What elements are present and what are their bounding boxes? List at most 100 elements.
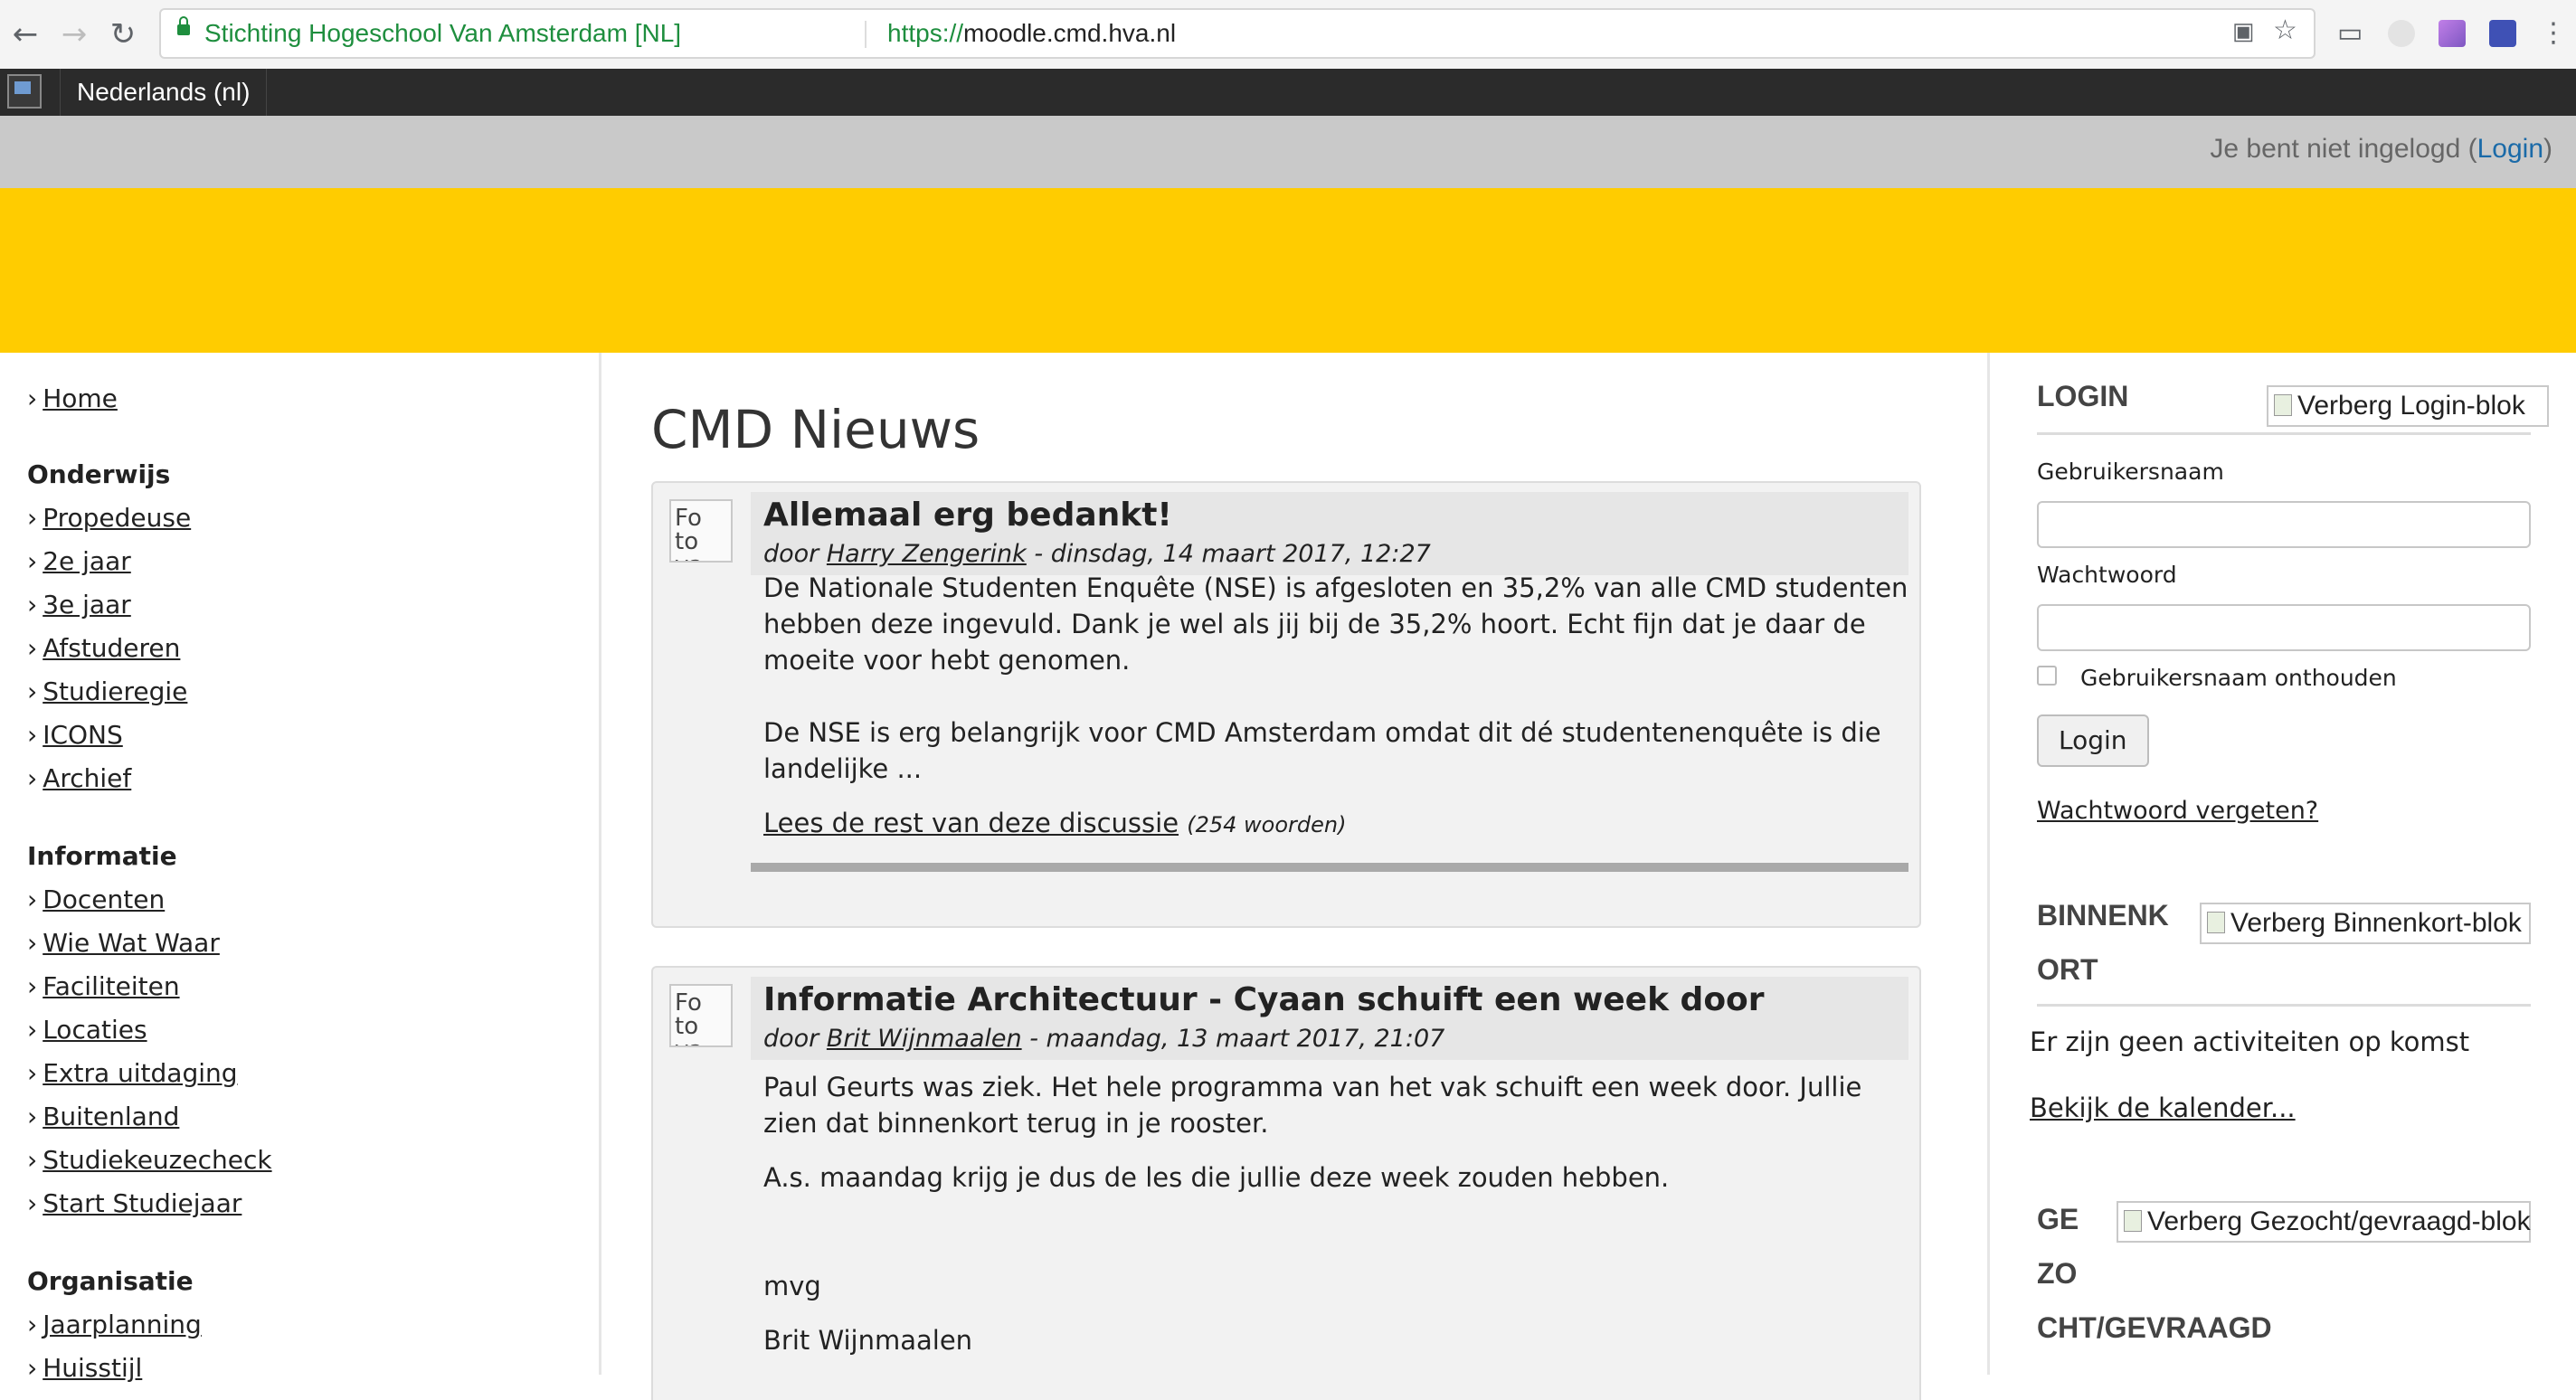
nav-link-faciliteiten[interactable]: › Faciliteiten (27, 971, 180, 1002)
extension-icon[interactable] (2388, 20, 2415, 47)
nav-heading-onderwijs: Onderwijs (27, 459, 171, 489)
site-logo-icon[interactable] (7, 74, 42, 109)
post-body: De NSE is erg belangrijk voor CMD Amster… (763, 714, 1912, 787)
post-subject: Informatie Architectuur - Cyaan schuift … (763, 981, 1765, 1018)
nav-link-home[interactable]: › Home (27, 383, 118, 414)
header-login-link[interactable]: Login (2477, 134, 2543, 164)
address-bar[interactable]: Stichting Hogeschool Van Amsterdam [NL] … (159, 8, 2316, 59)
cast-icon[interactable]: ▭ (2337, 20, 2363, 47)
nav-link-label: Wie Wat Waar (43, 928, 220, 958)
page-title: CMD Nieuws (651, 399, 980, 460)
certificate-org: Stichting Hogeschool Van Amsterdam [NL] (204, 19, 682, 47)
left-sidebar: › Home Onderwijs › Propedeuse › 2e jaar › 3e… (0, 353, 601, 1383)
nav-link-start-studiejaar[interactable]: › Start Studiejaar (27, 1188, 242, 1219)
forum-post: Fo to va Informatie Architectuur - Cyaan… (651, 966, 1921, 1400)
word-count: (254 woorden) (1187, 812, 1347, 837)
post-paragraph: mvg (763, 1271, 821, 1301)
nav-link-buitenland[interactable]: › Buitenland (27, 1102, 179, 1132)
block-divider (2037, 1004, 2531, 1007)
post-paragraph: De NSE is erg belangrijk voor CMD Amster… (763, 717, 1881, 784)
nav-link-3e-jaar[interactable]: › 3e jaar (27, 590, 131, 620)
profile-extension-icon[interactable] (2489, 20, 2516, 47)
url-scheme: https:// (887, 19, 964, 47)
remember-username-label: Gebruikersnaam onthouden (2080, 665, 2397, 691)
nav-link-locaties[interactable]: › Locaties (27, 1015, 147, 1045)
nav-link-jaarplanning[interactable]: › Jaarplanning (27, 1310, 202, 1340)
nav-link-studiekeuzecheck[interactable]: › Studiekeuzecheck (27, 1145, 272, 1176)
nav-link-label: Docenten (43, 884, 166, 914)
back-arrow-icon[interactable]: ← (7, 16, 43, 52)
login-button[interactable]: Login (2037, 714, 2149, 767)
post-subject: Allemaal erg bedankt! (763, 497, 1172, 534)
site-navbar: Nederlands (nl) (0, 69, 2576, 116)
nav-link-label: Studieregie (43, 676, 188, 706)
extension-icon[interactable] (2439, 20, 2466, 47)
post-body: mvg (763, 1268, 1912, 1304)
upcoming-block-title-cont: ORT (2037, 953, 2098, 986)
nav-link-label: Extra uitdaging (43, 1058, 238, 1088)
hide-upcoming-block-button[interactable]: Verberg Binnenkort-blok (2200, 903, 2531, 944)
nav-heading-organisatie: Organisatie (27, 1266, 194, 1296)
author-link[interactable]: Brit Wijnmaalen (827, 1025, 1022, 1053)
nav-link-propedeuse[interactable]: › Propedeuse (27, 503, 191, 534)
main-content: CMD Nieuws Fo to va Allemaal erg bedankt… (601, 353, 1987, 1400)
yellow-banner (0, 188, 2576, 353)
nav-link-docenten[interactable]: › Docenten (27, 884, 165, 915)
post-body: Paul Geurts was ziek. Het hele programma… (763, 1069, 1912, 1141)
nav-link-extra-uitdaging[interactable]: › Extra uitdaging (27, 1058, 238, 1089)
nav-link-label: Huisstijl (43, 1353, 143, 1383)
blocked-popup-icon[interactable]: ▣ (2232, 17, 2255, 44)
login-info-prefix: Je bent niet ingelogd ( (2210, 134, 2477, 164)
block-divider (2037, 432, 2531, 435)
post-paragraph: De Nationale Studenten Enquête (NSE) is … (763, 572, 1908, 676)
nav-link-huisstijl[interactable]: › Huisstijl (27, 1353, 142, 1384)
author-link[interactable]: Harry Zengerink (827, 540, 1027, 568)
author-picture[interactable]: Fo to va (669, 984, 733, 1047)
nav-link-label: Buitenland (43, 1102, 180, 1131)
forward-arrow-icon[interactable]: → (56, 16, 92, 52)
hide-login-block-button[interactable]: Verberg Login-blok (2267, 385, 2549, 427)
hide-wanted-block-button[interactable]: Verberg Gezocht/gevraagd-blok (2117, 1201, 2531, 1243)
post-body: De Nationale Studenten Enquête (NSE) is … (763, 570, 1912, 678)
nav-link-label: Jaarplanning (43, 1310, 202, 1339)
lock-icon (177, 16, 190, 35)
post-paragraph: Paul Geurts was ziek. Het hele programma… (763, 1072, 1862, 1139)
post-footer-rule (751, 863, 1908, 872)
nav-link-label: Studiekeuzecheck (43, 1145, 272, 1175)
read-more: Lees de rest van deze discussie (254 woo… (763, 805, 1347, 843)
password-input[interactable] (2037, 604, 2531, 651)
post-byline: door Brit Wijnmaalen - maandag, 13 maart… (763, 1024, 1444, 1055)
reload-icon[interactable]: ↻ (105, 16, 141, 52)
nav-link-studieregie[interactable]: › Studieregie (27, 676, 187, 707)
no-activities-text: Er zijn geen activiteiten op komst (2030, 1026, 2470, 1057)
post-date: - maandag, 13 maart 2017, 21:07 (1021, 1025, 1445, 1053)
language-menu[interactable]: Nederlands (nl) (60, 69, 268, 116)
byline-prefix: door (763, 1025, 827, 1053)
password-label: Wachtwoord (2037, 562, 2177, 588)
forgot-password-link[interactable]: Wachtwoord vergeten? (2037, 796, 2318, 827)
right-sidebar: LOGIN Verberg Login-blok Gebruikersnaam … (1987, 353, 2576, 1375)
wanted-block-title: GE (2037, 1203, 2079, 1235)
calendar-link[interactable]: Bekijk de kalender... (2030, 1093, 2296, 1123)
read-more-link[interactable]: Lees de rest van deze discussie (763, 808, 1179, 838)
nav-link-label: 3e jaar (43, 590, 131, 620)
nav-link-label: 2e jaar (43, 546, 131, 576)
bookmark-star-icon[interactable]: ☆ (2273, 17, 2297, 44)
nav-link-2e-jaar[interactable]: › 2e jaar (27, 546, 131, 577)
nav-link-label: Home (43, 383, 118, 413)
username-label: Gebruikersnaam (2037, 459, 2224, 485)
nav-link-afstuderen[interactable]: › Afstuderen (27, 633, 180, 664)
post-header: Informatie Architectuur - Cyaan schuift … (751, 977, 1908, 1060)
author-picture[interactable]: Fo to va (669, 499, 733, 563)
post-byline: door Harry Zengerink - dinsdag, 14 maart… (763, 539, 1431, 570)
address-separator (865, 21, 867, 48)
menu-dots-icon[interactable]: ⋮ (2540, 20, 2567, 47)
wanted-block-title-cont: CHT/GEVRAAGD (2037, 1311, 2272, 1344)
nav-link-wie-wat-waar[interactable]: › Wie Wat Waar (27, 928, 220, 959)
forum-post: Fo to va Allemaal erg bedankt! door Harr… (651, 481, 1921, 928)
nav-link-icons[interactable]: › ICONS (27, 720, 123, 751)
nav-link-label: Afstuderen (43, 633, 181, 663)
remember-username-checkbox[interactable] (2037, 666, 2057, 686)
nav-link-archief[interactable]: › Archief (27, 763, 131, 794)
username-input[interactable] (2037, 501, 2531, 548)
